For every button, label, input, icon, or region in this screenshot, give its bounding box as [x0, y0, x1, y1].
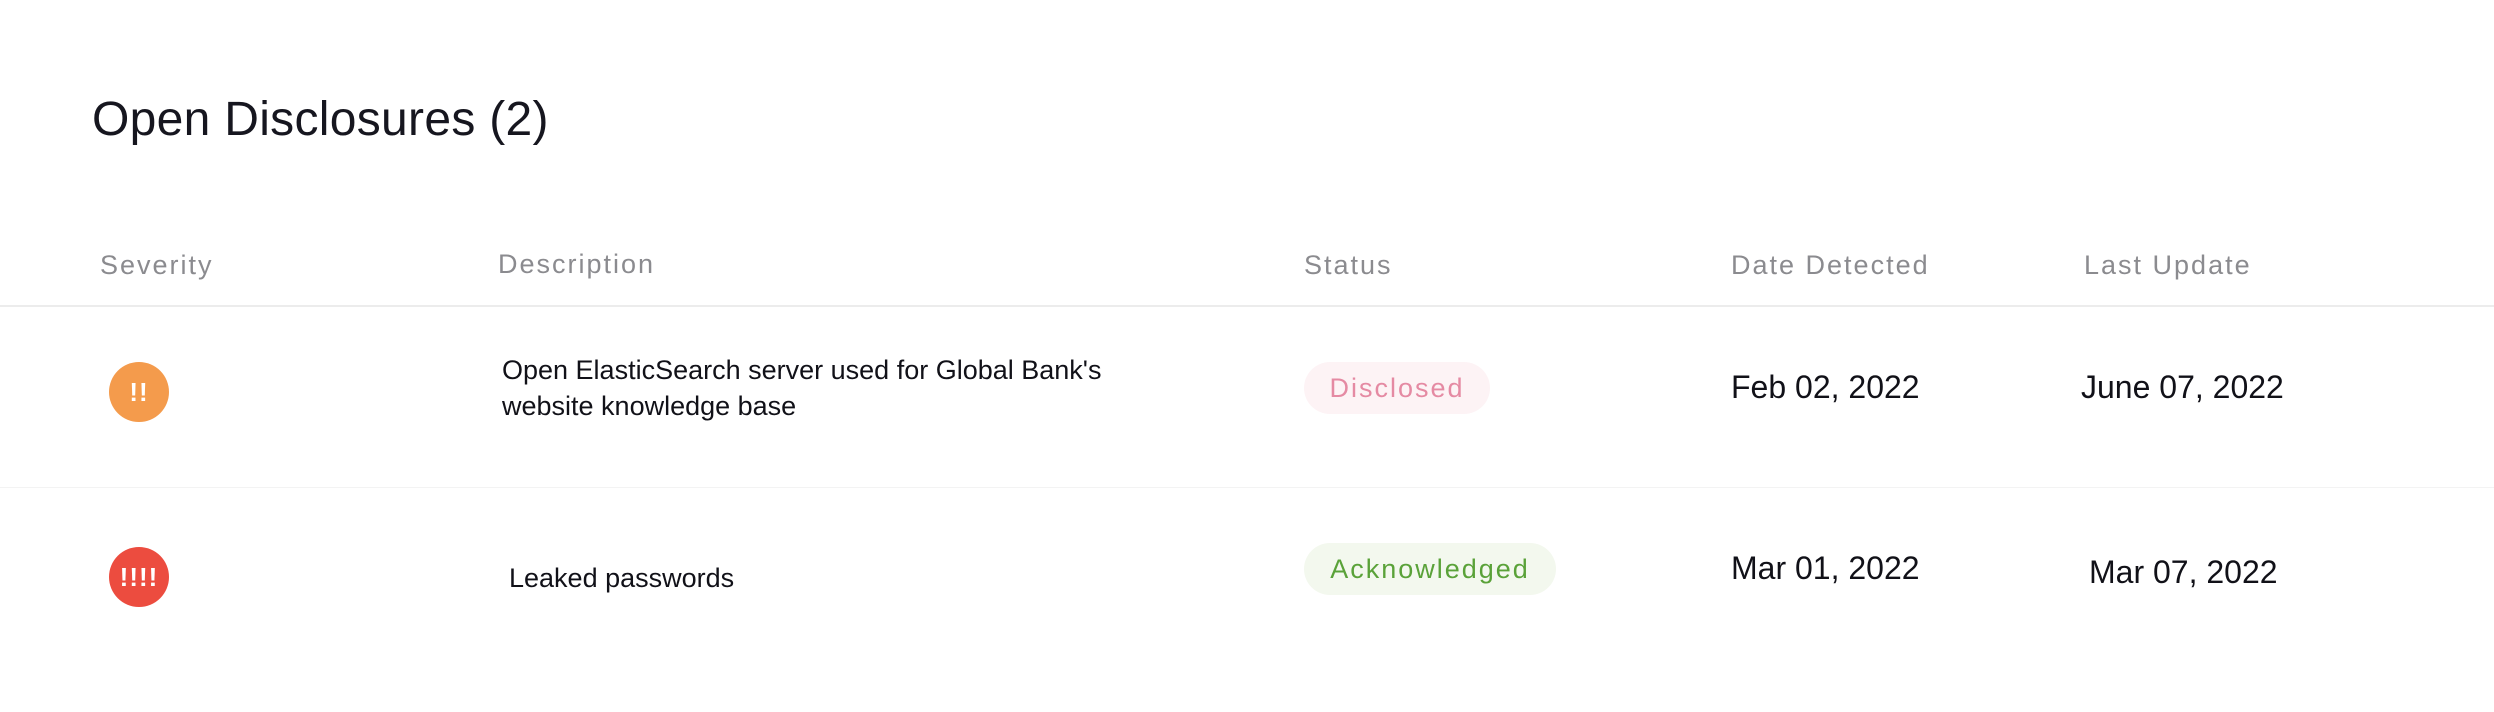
column-header-last-update[interactable]: Last Update: [2084, 250, 2252, 281]
severity-high-icon: !!: [109, 362, 169, 422]
status-badge: Disclosed: [1304, 362, 1490, 414]
column-header-date-detected[interactable]: Date Detected: [1731, 250, 1930, 281]
severity-critical-icon: !!!!: [109, 547, 169, 607]
date-detected: Mar 01, 2022: [1731, 550, 1920, 586]
column-header-status[interactable]: Status: [1304, 250, 1393, 281]
column-header-description[interactable]: Description: [498, 249, 655, 280]
column-header-severity[interactable]: Severity: [100, 250, 214, 281]
last-update: Mar 07, 2022: [2089, 554, 2278, 590]
open-disclosures-page: Open Disclosures (2) Severity Descriptio…: [0, 0, 2494, 712]
status-badge: Acknowledged: [1304, 543, 1556, 595]
last-update: June 07, 2022: [2081, 369, 2284, 405]
page-title: Open Disclosures (2): [92, 93, 549, 146]
date-detected: Feb 02, 2022: [1731, 369, 1920, 405]
row-divider: [0, 487, 2494, 488]
row-description[interactable]: Open ElasticSearch server used for Globa…: [502, 352, 1182, 424]
header-divider: [0, 305, 2494, 307]
row-description[interactable]: Leaked passwords: [509, 560, 1189, 596]
